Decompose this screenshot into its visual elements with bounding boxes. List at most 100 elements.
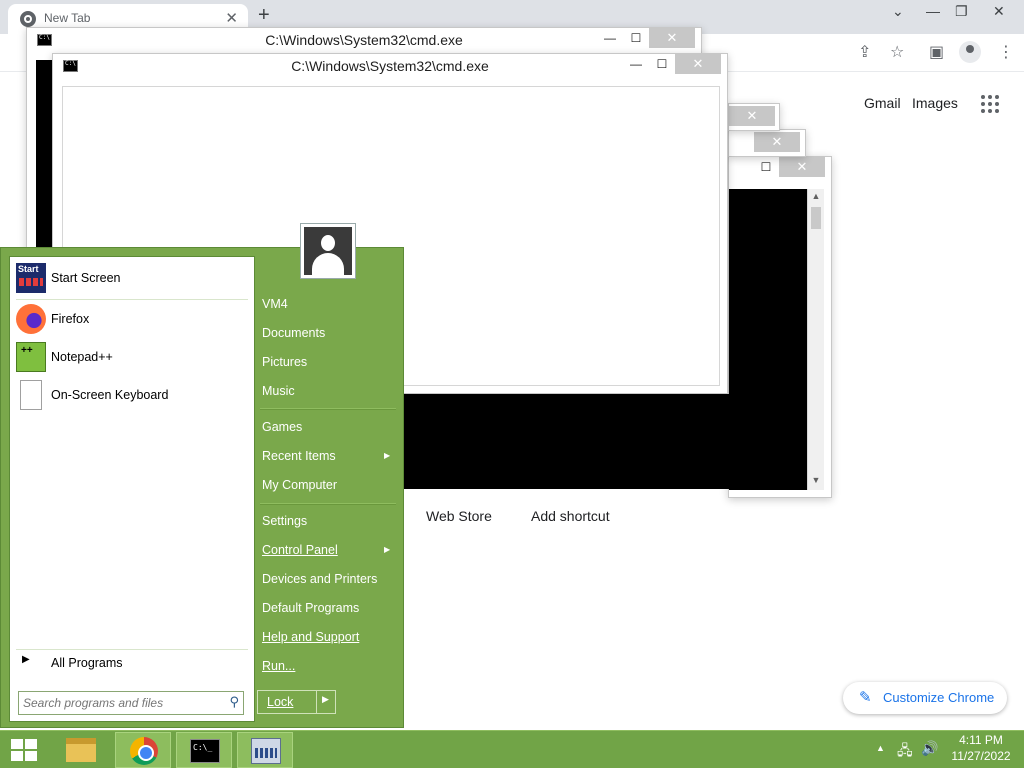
chrome-icon [130,737,158,765]
program-label: Notepad++ [51,350,113,364]
separator [260,503,396,505]
window-close-button[interactable]: ✕ [993,3,1005,20]
program-notepad-plus-plus[interactable]: Notepad++ [10,338,254,376]
user-avatar[interactable] [300,223,356,279]
all-programs-label: All Programs [51,656,123,670]
start-button[interactable] [0,731,48,768]
program-label: Start Screen [51,271,121,285]
start-item-label: Control Panel [262,543,338,557]
clock-date: 11/27/2022 [951,749,1011,763]
cmd-icon [190,739,220,763]
lock-options-arrow-icon[interactable]: ▶ [322,694,329,705]
user-icon [304,227,352,275]
menu-icon[interactable]: ⋮ [998,42,1014,62]
start-item-music[interactable]: Music [262,384,295,398]
images-link[interactable]: Images [912,95,958,111]
start-item-run[interactable]: Run... [262,659,295,673]
tab-title: New Tab [44,11,91,25]
share-icon[interactable]: ⇪ [858,42,871,62]
star-icon[interactable]: ☆ [890,42,904,62]
start-item-devices-and-printers[interactable]: Devices and Printers [262,572,377,586]
cmd-close-button[interactable]: ✕ [754,132,800,152]
volume-icon[interactable]: 🔊 [921,740,938,757]
clock-time: 4:11 PM [959,733,1003,747]
lock-label: Lock [267,695,294,709]
cmd-titlebar[interactable]: C:\Windows\System32\cmd.exe — ☐ ✕ [27,28,701,53]
pencil-icon: ✎ [859,689,872,706]
scroll-down-icon[interactable]: ▼ [808,475,824,485]
program-label: On-Screen Keyboard [51,388,169,402]
taskbar-file-explorer[interactable] [53,732,109,768]
cmd-titlebar[interactable]: ☐ ✕ [729,157,831,182]
network-icon[interactable]: 🖧 [897,740,913,764]
chrome-favicon-icon [20,11,36,27]
start-item-control-panel[interactable]: Control Panel ▶ [262,543,392,557]
cmd-window-4[interactable]: ✕ [728,129,806,157]
cmd-maximize-button[interactable]: ☐ [651,54,673,74]
customize-chrome-label: Customize Chrome [883,690,995,705]
scroll-up-icon[interactable]: ▲ [808,191,824,201]
profile-icon[interactable] [959,41,981,63]
start-menu: Start Screen Firefox Notepad++ On-Screen… [0,247,404,728]
search-box[interactable]: ⚲ [18,691,244,715]
divider [316,691,317,713]
cmd-scrollbar[interactable]: ▲ ▼ [807,189,824,490]
taskbar-chrome[interactable] [115,732,171,768]
cmd-close-button[interactable]: ✕ [675,54,721,74]
cmd-maximize-button[interactable]: ☐ [625,28,647,48]
windows-logo-icon [11,739,37,761]
cmd-minimize-button[interactable]: — [625,54,647,74]
start-item-settings[interactable]: Settings [262,514,307,528]
lock-button[interactable]: Lock ▶ [257,690,336,714]
start-menu-programs: Start Screen Firefox Notepad++ On-Screen… [9,256,255,722]
sidebar-icon[interactable]: ▣ [929,42,944,62]
cmd-window-3[interactable]: ✕ [728,103,780,131]
taskbar: ▲ 🖧 🔊 4:11 PM 11/27/2022 [0,730,1024,768]
show-hidden-icons-icon[interactable]: ▲ [876,743,885,753]
taskbar-on-screen-keyboard[interactable] [237,732,293,768]
shortcut-web-store[interactable]: Web Store [426,508,492,524]
start-item-pictures[interactable]: Pictures [262,355,307,369]
cmd-console-strip [404,394,806,489]
program-firefox[interactable]: Firefox [10,300,254,338]
start-item-vm4[interactable]: VM4 [262,297,288,311]
new-tab-button[interactable]: + [258,4,270,27]
on-screen-keyboard-icon [20,380,42,410]
window-minimize-button[interactable]: — [926,3,940,19]
start-item-help-and-support[interactable]: Help and Support [262,630,359,644]
divider [16,649,248,650]
cmd-maximize-button[interactable]: ☐ [755,157,777,177]
search-input[interactable] [23,695,219,711]
cmd-close-button[interactable]: ✕ [649,28,695,48]
firefox-icon [16,304,46,334]
cmd-minimize-button[interactable]: — [599,28,621,48]
start-item-documents[interactable]: Documents [262,326,325,340]
start-item-recent-items[interactable]: Recent Items ▶ [262,449,392,463]
program-start-screen[interactable]: Start Screen [10,259,254,297]
submenu-arrow-icon: ▶ [384,545,391,554]
customize-chrome-button[interactable]: ✎ Customize Chrome [843,682,1007,714]
scroll-thumb[interactable] [811,207,821,229]
program-on-screen-keyboard[interactable]: On-Screen Keyboard [10,376,254,414]
start-item-games[interactable]: Games [262,420,302,434]
start-item-default-programs[interactable]: Default Programs [262,601,359,615]
start-screen-icon [16,263,46,293]
gmail-link[interactable]: Gmail [864,95,901,111]
cmd-titlebar[interactable]: C:\Windows\System32\cmd.exe — ☐ ✕ [53,54,727,79]
cmd-close-button[interactable]: ✕ [729,106,775,126]
submenu-arrow-icon: ▶ [384,451,391,460]
search-icon[interactable]: ⚲ [229,694,239,710]
taskbar-cmd[interactable] [176,732,232,768]
separator [260,408,396,410]
cmd-close-button[interactable]: ✕ [779,157,825,177]
shortcut-add[interactable]: Add shortcut [531,508,610,524]
window-restore-button[interactable]: ❐ [955,3,968,20]
all-programs-button[interactable]: ▶ All Programs [10,653,254,675]
start-item-label: Recent Items [262,449,336,463]
tab-close-icon[interactable]: ✕ [225,9,238,27]
tab-search-chevron-icon[interactable]: ⌄ [892,3,904,20]
on-screen-keyboard-icon [251,738,281,764]
clock[interactable]: 4:11 PM 11/27/2022 [944,733,1018,763]
apps-grid-icon[interactable] [981,95,999,113]
start-item-my-computer[interactable]: My Computer [262,478,337,492]
